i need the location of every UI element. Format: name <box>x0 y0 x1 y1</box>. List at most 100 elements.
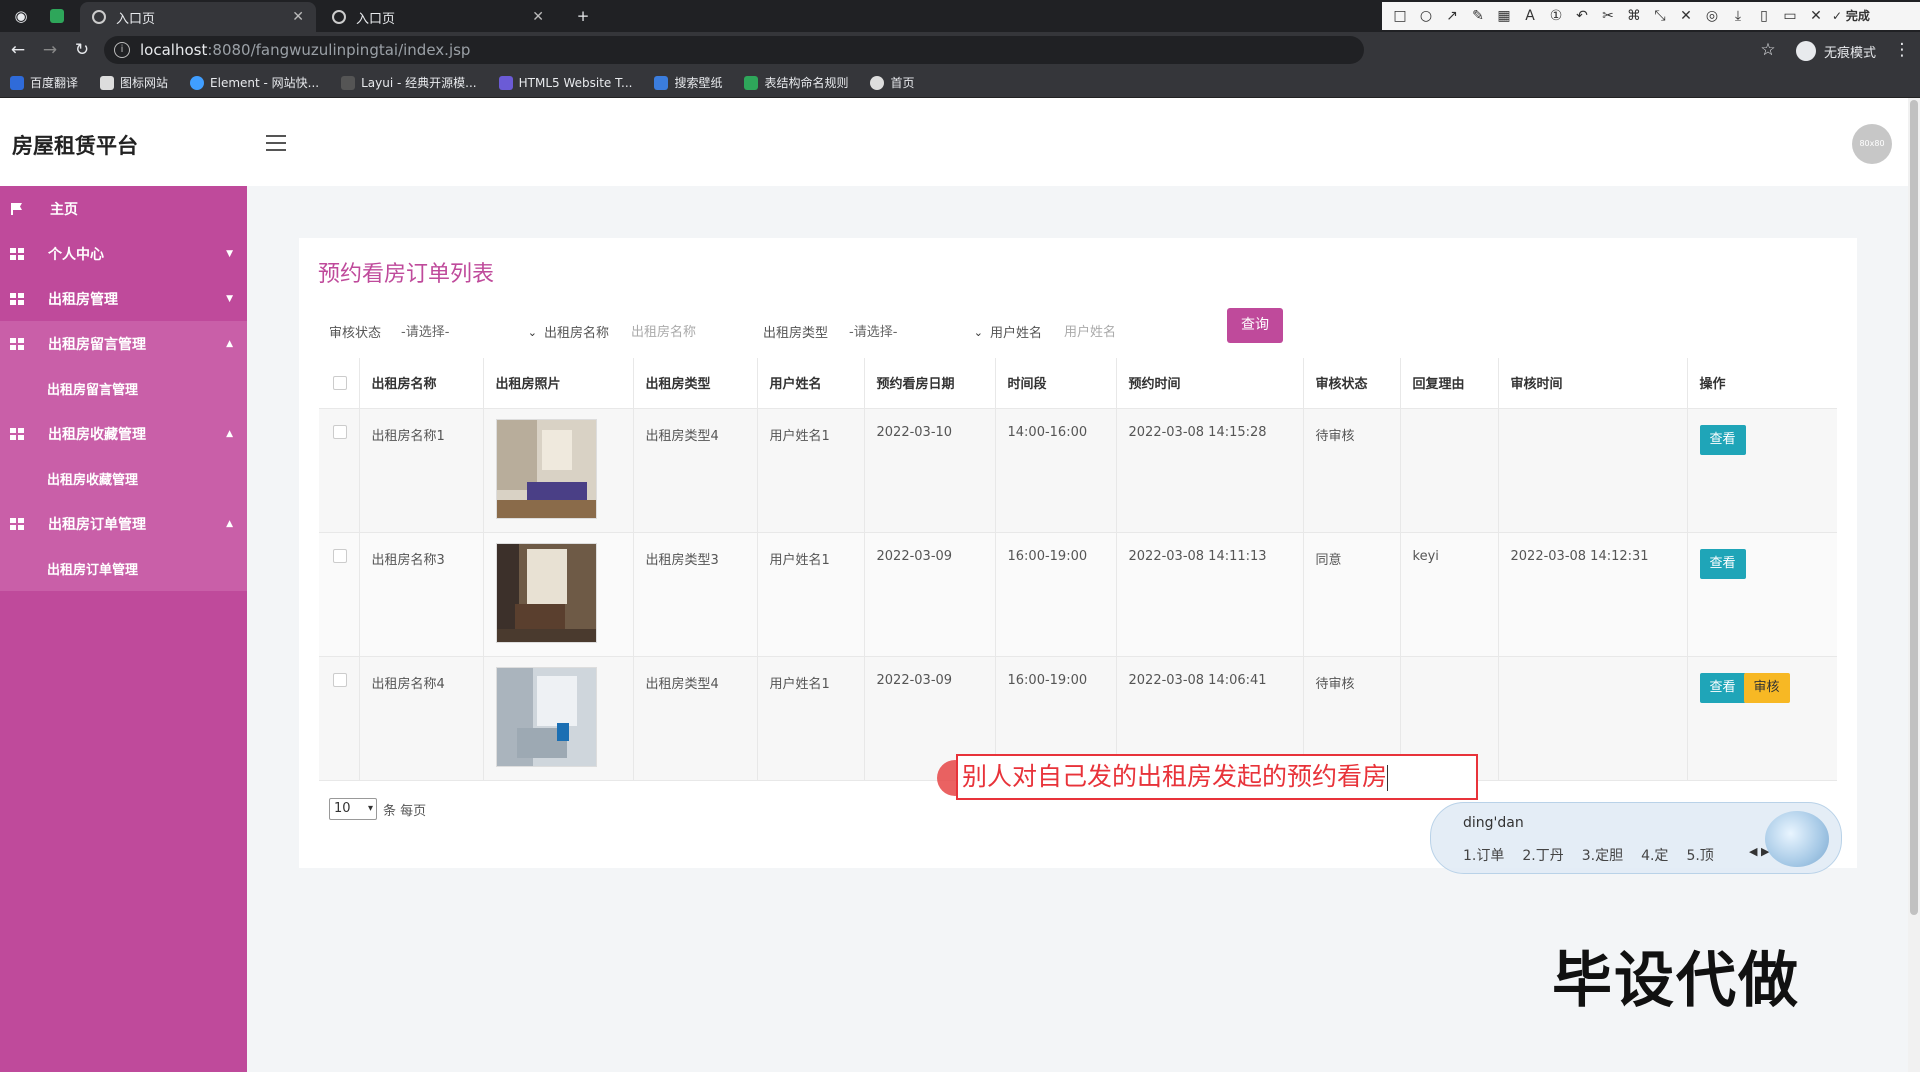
flag-icon <box>11 202 22 215</box>
column-header: 用户姓名 <box>757 358 865 409</box>
sheets-icon[interactable] <box>50 9 64 23</box>
text-tool-icon[interactable]: A <box>1520 6 1540 26</box>
row-checkbox[interactable] <box>333 548 347 563</box>
close-icon[interactable]: ✕ <box>1806 6 1826 26</box>
bookmark-item[interactable]: 首页 <box>870 74 915 91</box>
cell-user: 用户姓名1 <box>757 656 865 781</box>
number-tool-icon[interactable]: ① <box>1546 6 1566 26</box>
tab-inactive[interactable]: 入口页 ✕ <box>320 2 556 32</box>
cell-booked-time: 2022-03-08 14:15:28 <box>1116 408 1304 533</box>
row-select-cell <box>319 532 360 657</box>
bookmark-label: 图标网站 <box>120 76 169 90</box>
app-header: 房屋租赁平台 80x80 <box>0 98 1908 186</box>
wallpaper-icon <box>654 75 669 90</box>
bookmark-item[interactable]: 搜索壁纸 <box>654 74 722 91</box>
sidebar-item-favorites-management[interactable]: 出租房收藏管理 ▲ <box>0 411 247 456</box>
bookmark-item[interactable]: Element - 网站快... <box>190 74 319 91</box>
bookmark-item[interactable]: 百度翻译 <box>10 74 78 91</box>
view-button[interactable]: 查看 <box>1699 424 1746 455</box>
chevron-down-icon: ⌄ <box>973 326 983 339</box>
user-filter-input[interactable]: 用户姓名 <box>1064 320 1184 346</box>
record-icon[interactable]: ◎ <box>1702 6 1722 26</box>
globe-icon <box>870 75 885 90</box>
bookmark-item[interactable]: Layui - 经典开源模... <box>341 74 477 91</box>
site-info-icon[interactable]: i <box>114 42 130 58</box>
view-button[interactable]: 查看 <box>1699 548 1746 579</box>
download-icon[interactable]: ⤓ <box>1728 6 1748 26</box>
caret-up-icon: ▲ <box>226 428 233 439</box>
done-button[interactable]: ✓ 完成 <box>1832 6 1876 26</box>
sidebar-item-message-management[interactable]: 出租房留言管理 ▲ <box>0 321 247 366</box>
forward-icon[interactable]: → <box>40 40 60 60</box>
undo-icon[interactable]: ↶ <box>1572 6 1592 26</box>
arrow-tool-icon[interactable]: ↗ <box>1442 6 1462 26</box>
status-filter-select[interactable]: -请选择- ⌄ <box>401 320 537 346</box>
cell-actions: 查看 审核 <box>1687 656 1837 781</box>
text-caret <box>1387 765 1389 791</box>
annotation-textbox[interactable]: 别人对自己发的出租房发起的预约看房 <box>956 754 1478 800</box>
copy-icon[interactable]: ▯ <box>1754 6 1774 26</box>
tab-active[interactable]: 入口页 ✕ <box>80 2 316 32</box>
bookmark-item[interactable]: HTML5 Website T... <box>498 75 632 90</box>
mosaic-tool-icon[interactable]: ▦ <box>1494 6 1514 26</box>
tab-close-icon[interactable]: ✕ <box>292 9 304 25</box>
cell-name: 出租房名称4 <box>359 656 484 781</box>
new-tab-button[interactable]: + <box>574 7 592 25</box>
type-filter-select[interactable]: -请选择- ⌄ <box>849 320 983 346</box>
sidebar-item-personal-center[interactable]: 个人中心 ▼ <box>0 231 247 276</box>
sidebar-item-rental-management[interactable]: 出租房管理 ▼ <box>0 276 247 321</box>
ime-candidate[interactable]: 3.定胆 <box>1582 845 1623 865</box>
browser-menu-icon[interactable]: ⋮ <box>1892 40 1912 60</box>
address-bar[interactable]: i localhost:8080/fangwuzulinpingtai/inde… <box>104 36 1364 64</box>
sidebar: 主页 个人中心 ▼ 出租房管理 ▼ 出租房留言管理 ▲ 出租房留言管理 出租房收… <box>0 186 247 1072</box>
chrome-menu-icon[interactable]: ◉ <box>12 7 30 25</box>
audit-button[interactable]: 审核 <box>1743 672 1790 703</box>
resize-icon[interactable]: ⤡ <box>1650 6 1670 26</box>
cell-audit-time <box>1498 656 1688 781</box>
avatar[interactable]: 80x80 <box>1852 124 1892 164</box>
sidebar-subitem-message-management[interactable]: 出租房留言管理 <box>0 366 247 411</box>
select-all-checkbox[interactable] <box>333 375 347 390</box>
page-size-suffix: 条 每页 <box>383 803 427 819</box>
scrollbar-thumb[interactable] <box>1910 100 1918 915</box>
ime-candidate[interactable]: 2.丁丹 <box>1522 845 1563 865</box>
scissors-icon[interactable]: ✂ <box>1598 6 1618 26</box>
filter-bar: 审核状态 -请选择- ⌄ 出租房名称 出租房名称 出租房类型 -请选择- ⌄ 用… <box>329 314 1829 348</box>
ime-candidate[interactable]: 5.顶 <box>1686 845 1713 865</box>
grid-icon <box>10 427 24 440</box>
ime-logo-icon <box>1765 811 1829 867</box>
view-button[interactable]: 查看 <box>1699 672 1746 703</box>
cell-date: 2022-03-10 <box>864 408 996 533</box>
pin-icon[interactable]: ✕ <box>1676 6 1696 26</box>
row-checkbox[interactable] <box>333 672 347 687</box>
page-size-select[interactable]: 10 ▾ <box>329 798 377 820</box>
cell-status: 待审核 <box>1303 408 1401 533</box>
cell-date: 2022-03-09 <box>864 532 996 657</box>
ime-candidate[interactable]: 4.定 <box>1641 845 1668 865</box>
bookmark-item[interactable]: 表结构命名规则 <box>744 74 848 91</box>
circle-tool-icon[interactable]: ○ <box>1416 6 1436 26</box>
column-header: 出租房名称 <box>359 358 484 409</box>
row-checkbox[interactable] <box>333 424 347 439</box>
watermark: 毕设代做 <box>1552 946 1800 1016</box>
query-button[interactable]: 查询 <box>1227 308 1283 343</box>
tab-close-icon[interactable]: ✕ <box>532 9 544 25</box>
incognito-badge[interactable]: 无痕模式 <box>1795 41 1876 61</box>
star-icon[interactable]: ☆ <box>1758 40 1778 60</box>
reload-icon[interactable]: ↻ <box>72 40 92 60</box>
pen-tool-icon[interactable]: ✎ <box>1468 6 1488 26</box>
hamburger-icon[interactable] <box>266 135 286 151</box>
vertical-scrollbar[interactable] <box>1908 98 1920 1072</box>
sidebar-item-order-management[interactable]: 出租房订单管理 ▲ <box>0 501 247 546</box>
name-filter-input[interactable]: 出租房名称 <box>631 320 741 346</box>
translate-icon[interactable]: ⌘ <box>1624 6 1644 26</box>
back-icon[interactable]: ← <box>8 40 28 60</box>
rectangle-tool-icon[interactable]: □ <box>1390 6 1410 26</box>
ime-candidate[interactable]: 1.订单 <box>1463 845 1504 865</box>
bookmark-icon[interactable]: ▭ <box>1780 6 1800 26</box>
bookmark-item[interactable]: 图标网站 <box>100 74 168 91</box>
sidebar-item-home[interactable]: 主页 <box>0 186 247 231</box>
sidebar-subitem-order-management[interactable]: 出租房订单管理 <box>0 546 247 591</box>
html5-icon <box>498 75 513 90</box>
sidebar-subitem-favorites-management[interactable]: 出租房收藏管理 <box>0 456 247 501</box>
